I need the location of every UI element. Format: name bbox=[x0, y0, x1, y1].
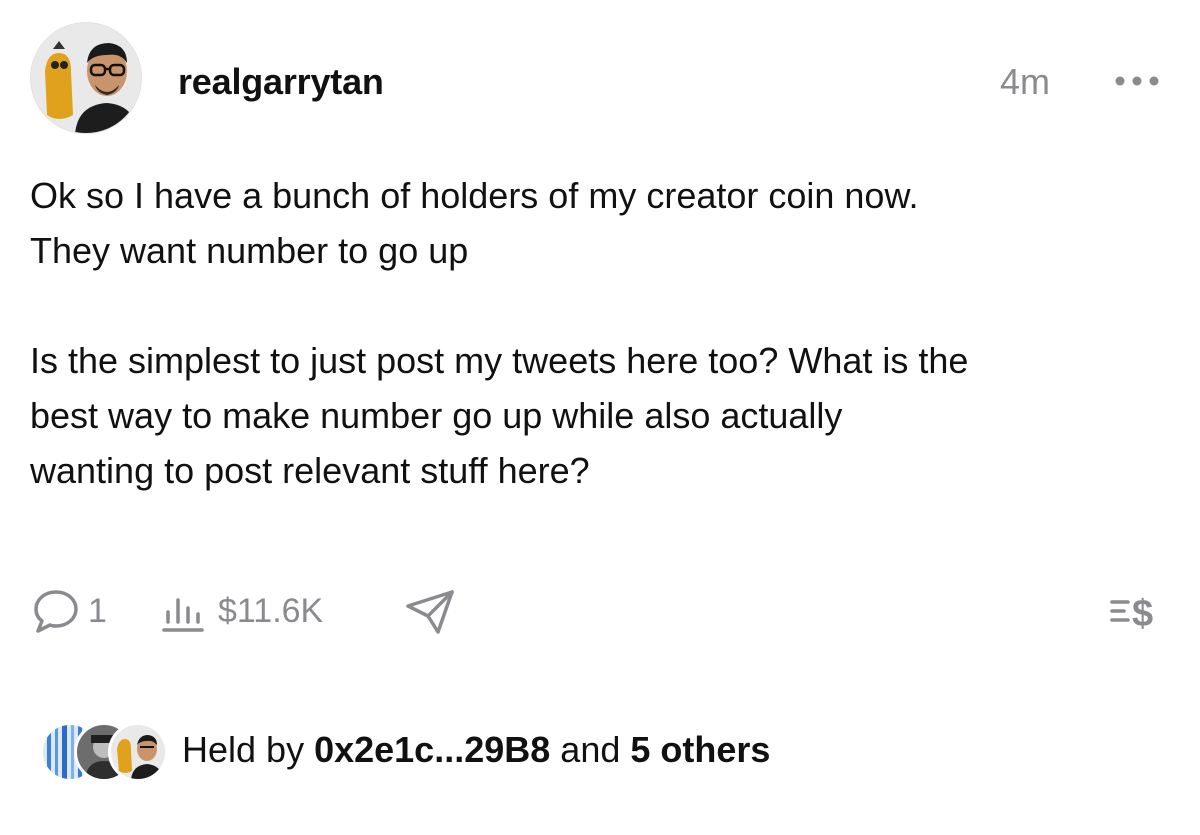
holder-address[interactable]: 0x2e1c...29B8 bbox=[314, 729, 550, 770]
bar-chart-icon bbox=[162, 598, 204, 632]
more-options-button[interactable] bbox=[1110, 66, 1166, 96]
market-cap-value: $11.6K bbox=[218, 592, 324, 630]
comment-count: 1 bbox=[88, 592, 107, 630]
author-avatar[interactable] bbox=[30, 22, 142, 134]
post-body: Ok so I have a bunch of holders of my cr… bbox=[30, 168, 1180, 498]
holder-avatar bbox=[108, 722, 168, 782]
holders-prefix: Held by bbox=[182, 729, 305, 770]
market-cap-button[interactable]: $11.6K bbox=[158, 586, 323, 636]
comment-button[interactable]: 1 bbox=[30, 586, 107, 636]
speech-bubble-icon bbox=[34, 590, 78, 633]
svg-text:$: $ bbox=[1132, 593, 1153, 635]
avatar-image bbox=[31, 23, 141, 133]
ellipsis-icon bbox=[1115, 76, 1159, 86]
tip-dollar-icon: $ bbox=[1110, 593, 1153, 635]
post-paragraph: Ok so I have a bunch of holders of my cr… bbox=[30, 175, 919, 271]
paper-plane-icon bbox=[406, 590, 454, 634]
holders-text: Held by 0x2e1c...29B8 and 5 others bbox=[182, 726, 770, 774]
holders-others[interactable]: 5 others bbox=[630, 729, 770, 770]
person-avatar-icon bbox=[111, 725, 165, 779]
share-button[interactable] bbox=[402, 586, 458, 636]
holders-joiner: and bbox=[560, 729, 621, 770]
author-username[interactable]: realgarrytan bbox=[178, 60, 384, 104]
post-timestamp: 4m bbox=[1000, 61, 1051, 102]
trade-coin-button[interactable]: $ bbox=[1108, 586, 1168, 636]
post-paragraph: Is the simplest to just post my tweets h… bbox=[30, 340, 969, 491]
